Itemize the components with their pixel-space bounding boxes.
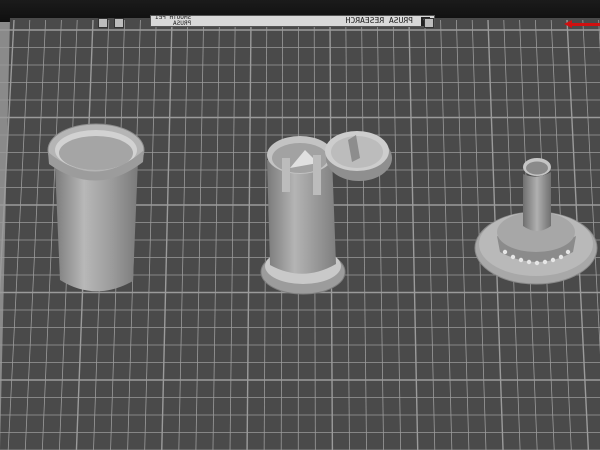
bed-sticker-label: P PRUSA RESEARCH SMOOTH PEI PRUSA [150, 15, 435, 27]
model-cylinder-cup[interactable] [47, 123, 145, 292]
bed-corner-marker-icon [98, 18, 108, 28]
bed-corner-marker-icon [114, 18, 124, 28]
bed-corner-marker-icon [424, 18, 434, 28]
bed-sticker-text: PRUSA RESEARCH [345, 16, 413, 25]
x-axis-indicator-icon [564, 20, 600, 28]
model-screw-lid[interactable] [325, 131, 392, 181]
print-bed-viewport[interactable] [0, 0, 600, 450]
bed-sticker-subtext: SMOOTH PEI PRUSA [155, 15, 192, 27]
